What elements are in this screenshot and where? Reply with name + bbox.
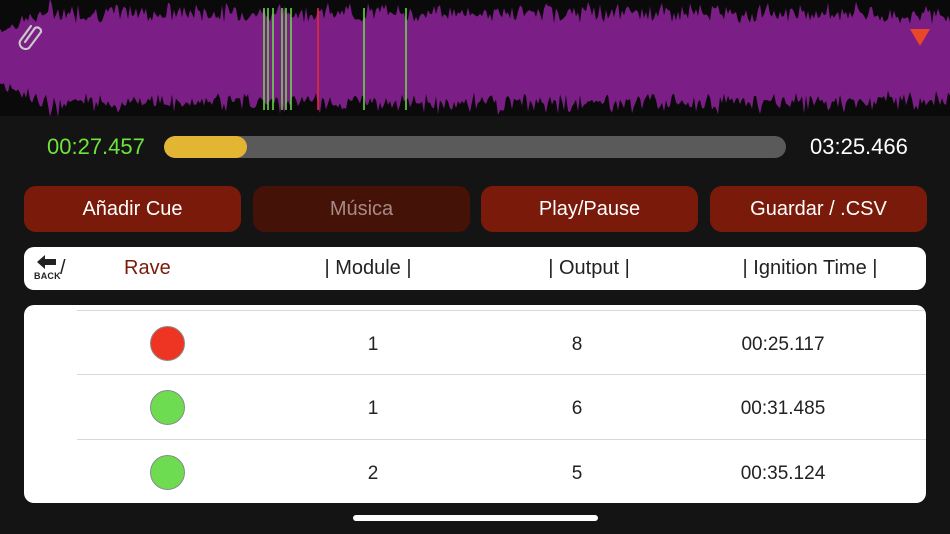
cue-ignition-time: 00:35.124	[740, 463, 826, 484]
back-arrow-icon	[36, 254, 60, 270]
add-cue-button[interactable]: Añadir Cue	[24, 186, 241, 232]
waveform[interactable]	[0, 0, 950, 116]
cue-output: 6	[571, 398, 583, 419]
dropdown-triangle-icon[interactable]	[909, 27, 931, 47]
cue-status-dot	[150, 326, 185, 361]
column-header-ignition-time: | Ignition Time |	[742, 257, 878, 279]
home-indicator	[353, 515, 598, 521]
cue-status-dot	[150, 390, 185, 425]
cue-module: 1	[367, 398, 379, 419]
waveform-graph[interactable]	[0, 0, 950, 116]
cue-table[interactable]: 1 8 00:25.117 1 6 00:31.485 2 5 00:35.12…	[24, 305, 926, 503]
table-row[interactable]: 1 8 00:25.117	[24, 311, 926, 375]
column-header-output: | Output |	[548, 257, 630, 279]
project-name: Rave	[124, 257, 171, 279]
cue-output: 8	[571, 334, 583, 355]
music-button[interactable]: Música	[253, 186, 470, 232]
playback-progress-fill	[164, 136, 247, 158]
cue-status-dot	[150, 455, 185, 490]
playback-progress-bar[interactable]	[164, 136, 786, 158]
waveform-shape	[0, 0, 950, 116]
back-button[interactable]: BACK	[32, 254, 61, 284]
play-pause-button[interactable]: Play/Pause	[481, 186, 698, 232]
column-header-module: | Module |	[324, 257, 412, 279]
cue-ignition-time: 00:31.485	[740, 398, 826, 419]
cue-ignition-time: 00:25.117	[741, 334, 825, 355]
save-csv-button[interactable]: Guardar / .CSV	[710, 186, 927, 232]
current-time: 00:27.457	[47, 134, 145, 159]
table-row[interactable]: 1 6 00:31.485	[24, 375, 926, 439]
table-row[interactable]: 2 5 00:35.124	[24, 440, 926, 503]
total-time: 03:25.466	[810, 134, 908, 159]
cue-module: 1	[367, 334, 379, 355]
back-label: BACK	[34, 271, 61, 281]
paperclip-icon[interactable]	[16, 20, 44, 52]
cue-module: 2	[367, 463, 379, 484]
cue-output: 5	[571, 463, 583, 484]
cue-table-header: BACK / Rave | Module | | Output | | Igni…	[24, 247, 926, 290]
breadcrumb-separator: /	[60, 257, 66, 279]
